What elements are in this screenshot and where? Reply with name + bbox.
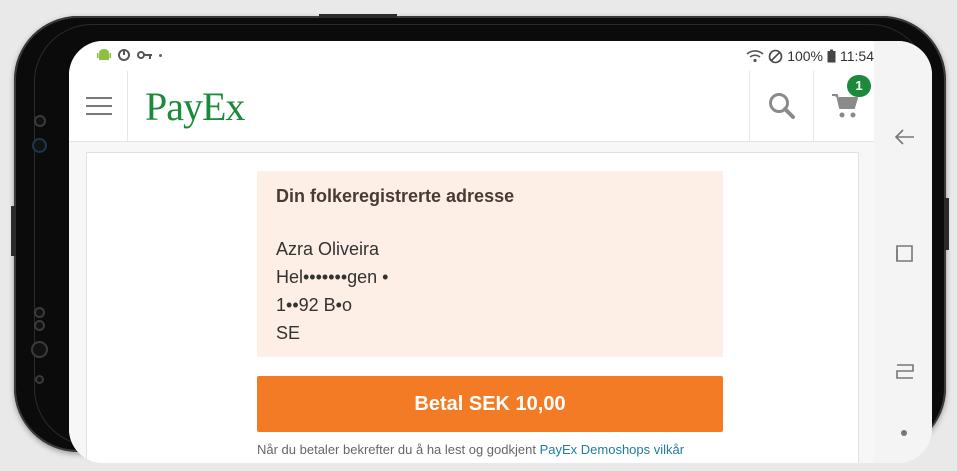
terms-text: Når du betaler bekrefter du å ha lest og… [257,442,684,457]
sensor-dot [34,115,46,127]
dot-icon [901,430,907,436]
status-bar: 100% 11:54 [69,41,874,71]
menu-icon [86,105,112,107]
iris-sensor [31,341,48,358]
address-street: Hel•••••••gen • [276,267,389,287]
menu-icon [86,97,112,99]
search-icon [769,93,795,119]
wifi-icon [746,50,764,63]
sync-icon [118,49,130,61]
dot-icon [159,53,162,57]
battery-percent: 100% [787,48,823,64]
payex-logo[interactable]: PayEx [145,83,245,130]
phone-frame: 100% 11:54 PayEx 1 Din folkeregistrerte … [11,14,949,463]
address-country: SE [276,323,301,343]
address-postal: 1••92 B•o [276,295,352,315]
left-side-button [11,206,16,256]
do-not-disturb-icon [768,49,783,63]
key-icon [137,51,152,59]
payment-card: Din folkeregistrerte adresse Azra Olivei… [86,152,859,463]
address-title: Din folkeregistrerte adresse [276,186,515,206]
sensor-dot [34,307,45,318]
registered-address-box: Din folkeregistrerte adresse Azra Olivei… [257,171,723,357]
search-button[interactable] [749,71,814,141]
back-icon[interactable] [893,125,917,149]
terms-prefix: Når du betaler bekrefter du å ha lest og… [257,442,540,457]
pay-button[interactable]: Betal SEK 10,00 [257,376,723,432]
clock: 11:54 [840,48,874,64]
app-header: PayEx [69,71,874,142]
terms-link[interactable]: PayEx Demoshops vilkår [540,442,685,457]
status-left-icons [97,48,162,62]
status-right: 100% 11:54 [746,48,874,64]
phone-screen: 100% 11:54 PayEx 1 Din folkeregistrerte … [69,41,932,463]
battery-icon [827,49,836,63]
cart-count-badge: 1 [847,75,871,97]
top-button [319,14,397,18]
checkout-content: Din folkeregistrerte adresse Azra Olivei… [69,142,874,463]
menu-button[interactable] [69,71,128,141]
address-name: Azra Oliveira [276,239,380,259]
android-icon [97,49,111,60]
system-nav-bar [874,41,932,463]
menu-icon [86,113,112,115]
sensor-dot [34,320,45,331]
recents-icon[interactable] [893,242,917,266]
right-side-button [944,198,949,250]
front-camera [32,138,47,153]
sensor-dot [35,375,44,384]
home-icon[interactable] [893,359,917,383]
